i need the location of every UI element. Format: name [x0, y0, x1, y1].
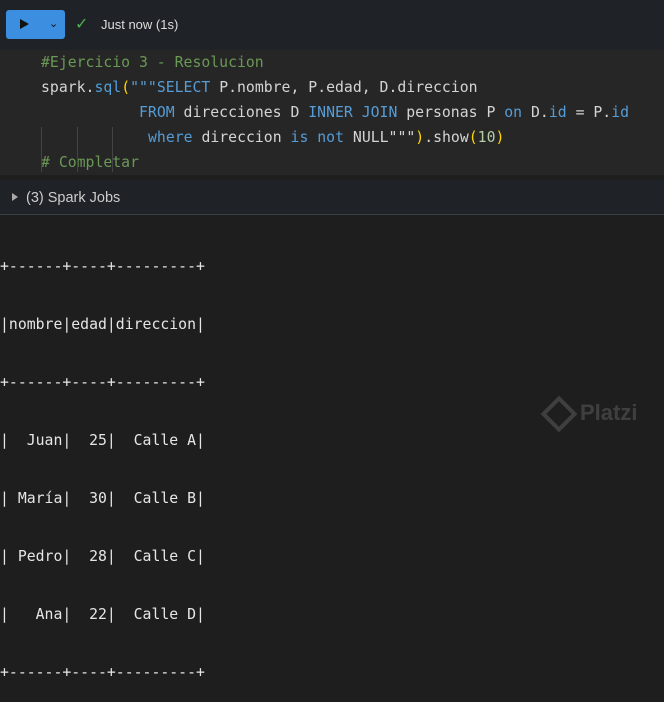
output-line: +------+----+---------+	[0, 374, 205, 391]
token: direccion	[201, 129, 291, 146]
watermark-text: Platzi	[580, 400, 638, 425]
token: personas P	[406, 104, 505, 121]
indent-guide	[77, 127, 78, 172]
output-line: +------+----+---------+	[0, 664, 205, 681]
token: .show	[424, 129, 469, 146]
execution-status: Just now (1s)	[101, 17, 179, 32]
token: id	[611, 104, 630, 121]
indent-guide	[112, 127, 113, 172]
token: NULL	[352, 129, 389, 146]
output-line: | Juan| 25| Calle A|	[0, 432, 205, 449]
platzi-watermark: Platzi	[540, 395, 638, 433]
token: (	[121, 79, 131, 96]
token: direcciones D	[183, 104, 309, 121]
spark-jobs-label: (3) Spark Jobs	[26, 190, 121, 206]
code-line: spark.sql("""SELECT P.nombre, P.edad, D.…	[41, 75, 478, 100]
code-line: #Ejercicio 3 - Resolucion	[41, 54, 264, 71]
token: P.nombre, P.edad, D.direccion	[219, 79, 478, 96]
token: 10	[477, 129, 496, 146]
output-line: +------+----+---------+	[0, 258, 205, 275]
output-line: | Ana| 22| Calle D|	[0, 606, 205, 623]
token: D.	[531, 104, 549, 121]
play-icon	[20, 19, 29, 29]
token: (	[468, 129, 478, 146]
token: on	[504, 104, 531, 121]
code-editor[interactable]: #Ejercicio 3 - Resolucion spark.sql("""S…	[0, 50, 664, 175]
token: sql	[94, 79, 122, 96]
token: INNER JOIN	[308, 104, 407, 121]
token: """	[388, 129, 416, 146]
chevron-down-icon[interactable]: ⌄	[49, 17, 58, 30]
token: FROM	[139, 104, 184, 121]
code-line: # Completar	[41, 154, 139, 171]
token: spark.	[41, 79, 95, 96]
spark-jobs-toggle[interactable]: (3) Spark Jobs	[0, 180, 664, 215]
token: = P.	[566, 104, 612, 121]
output-line: | Pedro| 28| Calle C|	[0, 548, 205, 565]
check-icon: ✓	[75, 16, 89, 33]
code-line: where direccion is not NULL""").show(10)	[148, 125, 504, 150]
token: """SELECT	[130, 79, 220, 96]
cell-output: +------+----+---------+ |nombre|edad|dir…	[0, 221, 205, 702]
cell-toolbar: ⌄ ✓ Just now (1s)	[0, 0, 664, 50]
indent-guide	[41, 127, 42, 172]
token: is not	[290, 129, 353, 146]
output-line: |nombre|edad|direccion|	[0, 316, 205, 333]
token: )	[415, 129, 425, 146]
expand-triangle-icon	[12, 193, 18, 201]
output-line: | María| 30| Calle B|	[0, 490, 205, 507]
platzi-logo-icon	[540, 395, 578, 433]
token: id	[548, 104, 567, 121]
token: where	[148, 129, 202, 146]
token: )	[495, 129, 505, 146]
run-cell-button[interactable]: ⌄	[6, 10, 65, 39]
code-line: FROM direcciones D INNER JOIN personas P…	[139, 100, 629, 125]
